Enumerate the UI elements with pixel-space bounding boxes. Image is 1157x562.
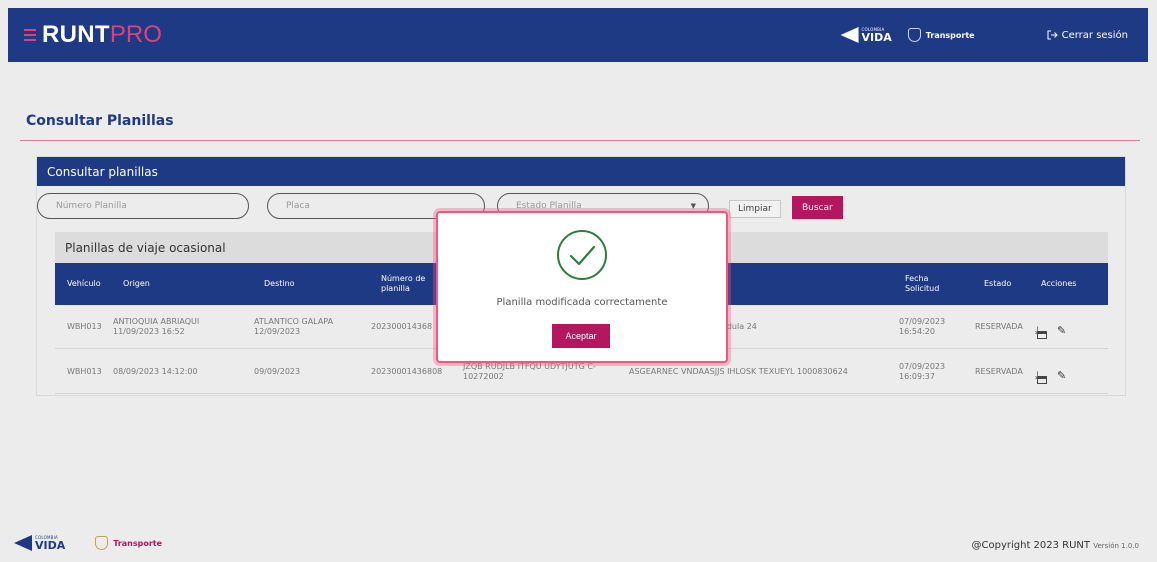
version-label: Versión 1.0.0 bbox=[1093, 542, 1139, 550]
copyright-label: @Copyright 2023 RUNT bbox=[971, 540, 1091, 551]
placa-placeholder: Placa bbox=[286, 201, 310, 211]
footer-ministry-text: Transporte bbox=[113, 538, 163, 548]
cell-vehiculo: WBH013 bbox=[67, 367, 102, 376]
row-actions: ⤓ ✎ bbox=[1035, 309, 1095, 345]
logout-label: Cerrar sesión bbox=[1061, 29, 1128, 41]
col-header-destino: Destino bbox=[264, 279, 295, 288]
footer-colombia-vida-logo: COLOMBIA VIDA bbox=[14, 535, 65, 551]
runtpro-logo[interactable]: RUNT PRO bbox=[24, 21, 162, 49]
cell-origen: ANTIOQUIA ABRIAQUI 11/09/2023 16:52 bbox=[113, 317, 200, 336]
view-window-icon[interactable] bbox=[1037, 331, 1047, 339]
view-window-icon[interactable] bbox=[1037, 376, 1047, 384]
check-circle-icon bbox=[557, 230, 607, 280]
shield-icon bbox=[907, 28, 921, 42]
col-header-numero: Número de planilla bbox=[381, 274, 426, 293]
page-title: Consultar Planillas bbox=[26, 113, 174, 129]
cell-fecha: 07/09/2023 16:54:20 bbox=[899, 317, 946, 336]
edit-pencil-icon[interactable]: ✎ bbox=[1057, 309, 1066, 353]
numero-planilla-placeholder: Número Planilla bbox=[56, 201, 127, 211]
col-header-origen: Origen bbox=[123, 279, 150, 288]
cell-numero: 202300014368 bbox=[371, 322, 433, 331]
edit-pencil-icon[interactable]: ✎ bbox=[1057, 354, 1066, 398]
row-actions: ⤓ ✎ bbox=[1035, 354, 1095, 390]
cell-numero: 20230001436808 bbox=[371, 367, 443, 376]
col-header-estado: Estado bbox=[984, 279, 1012, 288]
col-header-fecha: Fecha Solicitud bbox=[905, 274, 940, 293]
success-modal: Planilla modificada correctamente Acepta… bbox=[436, 211, 728, 363]
transporte-logo: Transporte bbox=[907, 28, 975, 42]
accept-button[interactable]: Aceptar bbox=[552, 324, 610, 348]
logo-suffix-text: PRO bbox=[109, 21, 162, 48]
card-header: Consultar planillas bbox=[37, 157, 1125, 186]
numero-planilla-input[interactable]: Número Planilla bbox=[37, 193, 249, 219]
clear-button[interactable]: Limpiar bbox=[729, 200, 781, 218]
logout-icon bbox=[1047, 30, 1058, 40]
modal-message: Planilla modificada correctamente bbox=[496, 297, 668, 308]
colombia-vida-mark-icon bbox=[841, 27, 859, 43]
footer-logos: COLOMBIA VIDA Transporte bbox=[14, 535, 162, 551]
cell-destino: 09/09/2023 bbox=[254, 367, 301, 376]
search-button[interactable]: Buscar bbox=[792, 196, 843, 219]
chevron-down-icon: ▼ bbox=[690, 202, 696, 210]
title-divider bbox=[20, 140, 1140, 141]
col-header-acciones: Acciones bbox=[1041, 279, 1077, 288]
shield-icon bbox=[95, 536, 109, 550]
colombia-vida-mark-icon bbox=[14, 535, 32, 551]
ministry-text: Transporte bbox=[925, 30, 975, 40]
cell-vehiculo: WBH013 bbox=[67, 322, 102, 331]
cell-estado: RESERVADA bbox=[975, 367, 1023, 376]
partner-big-text: VIDA bbox=[861, 30, 892, 44]
col-header-vehiculo: Vehículo bbox=[67, 279, 101, 288]
colombia-vida-logo: COLOMBIA VIDA bbox=[841, 27, 892, 43]
footer-partner-big: VIDA bbox=[35, 538, 66, 552]
cell-estado: RESERVADA bbox=[975, 322, 1023, 331]
logout-button[interactable]: Cerrar sesión bbox=[1047, 30, 1128, 41]
cell-origen: 08/09/2023 14:12:00 bbox=[113, 367, 198, 376]
logo-main-text: RUNT bbox=[42, 21, 110, 48]
top-navbar: RUNT PRO COLOMBIA VIDA Transporte Cerrar … bbox=[8, 8, 1148, 62]
estado-planilla-placeholder: Estado Planilla bbox=[516, 201, 582, 211]
cell-destino: ATLANTICO GALAPA 12/09/2023 bbox=[254, 317, 334, 336]
copyright-text: @Copyright 2023 RUNT Versión 1.0.0 bbox=[972, 540, 1140, 551]
menu-lines-icon bbox=[24, 29, 36, 41]
cell-fecha: 07/09/2023 16:09:37 bbox=[899, 362, 946, 381]
footer-transporte-logo: Transporte bbox=[95, 536, 162, 550]
